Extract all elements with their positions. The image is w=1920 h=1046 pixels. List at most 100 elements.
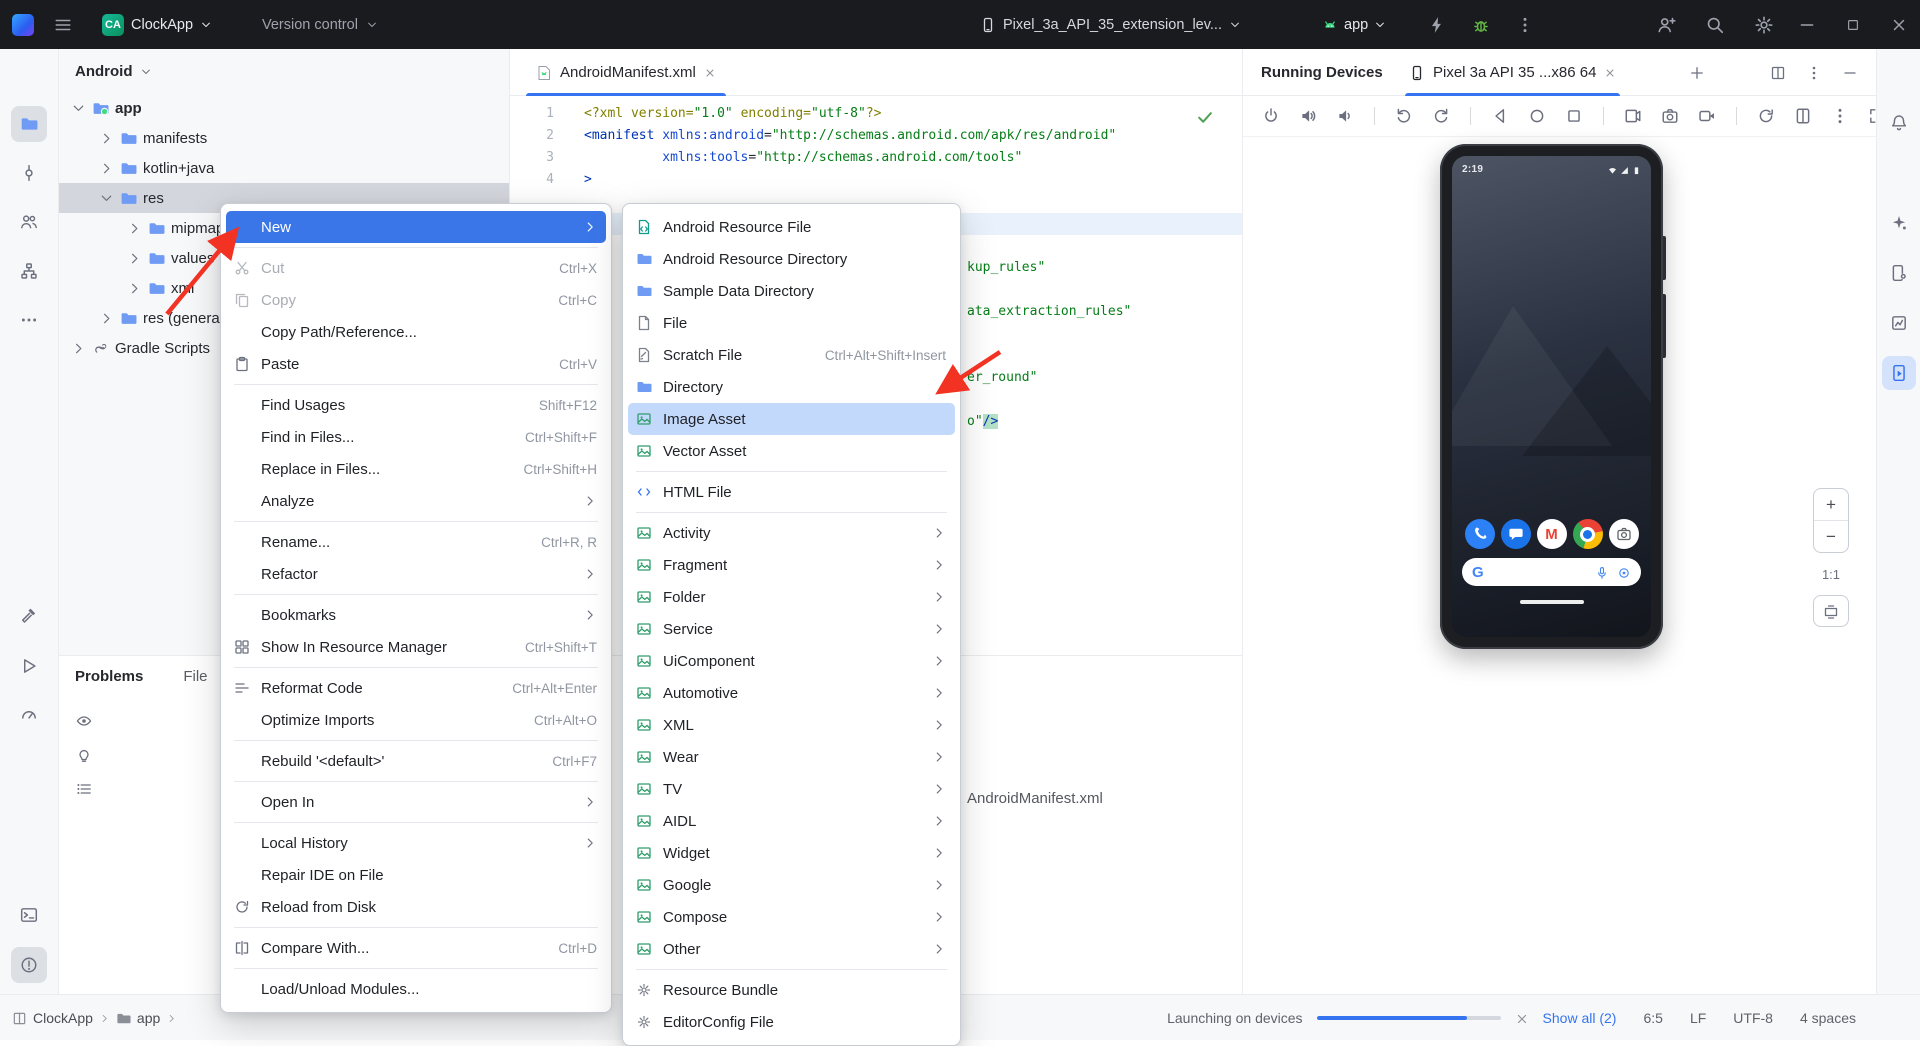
menu-item-vector-asset[interactable]: Vector Asset	[628, 435, 955, 467]
menu-item-android-resource-directory[interactable]: Android Resource Directory	[628, 243, 955, 275]
maximize-window-button[interactable]	[1846, 17, 1860, 33]
menu-item-fragment[interactable]: Fragment	[628, 549, 955, 581]
menu-item-copy-path-reference[interactable]: Copy Path/Reference...	[226, 316, 606, 348]
rot-l-button[interactable]	[1392, 104, 1416, 128]
menu-item-cut[interactable]: Cut Ctrl+X	[226, 252, 606, 284]
menu-item-new[interactable]: New	[226, 211, 606, 243]
build-button[interactable]	[11, 597, 47, 633]
more-tool-windows-button[interactable]	[11, 302, 47, 338]
menu-item-file[interactable]: File	[628, 307, 955, 339]
camera-button[interactable]	[1658, 104, 1682, 128]
ai-assistant-button[interactable]	[1882, 206, 1916, 240]
menu-item-find-in-files[interactable]: Find in Files... Ctrl+Shift+F	[226, 421, 606, 453]
messages-app-icon[interactable]	[1500, 519, 1531, 549]
hide-panel-button[interactable]	[1842, 63, 1858, 80]
menu-item-editorconfig-file[interactable]: EditorConfig File	[628, 1006, 955, 1038]
menu-item-automotive[interactable]: Automotive	[628, 677, 955, 709]
menu-item-scratch-file[interactable]: Scratch File Ctrl+Alt+Shift+Insert	[628, 339, 955, 371]
group-by-button[interactable]	[76, 780, 92, 797]
menu-item-google[interactable]: Google	[628, 869, 955, 901]
zoom-ratio-label[interactable]: 1:1	[1813, 559, 1849, 589]
menu-item-activity[interactable]: Activity	[628, 517, 955, 549]
menu-item-service[interactable]: Service	[628, 613, 955, 645]
close-window-button[interactable]	[1890, 16, 1908, 34]
inspections-ok-icon[interactable]	[1196, 108, 1214, 126]
quick-fix-button[interactable]	[76, 746, 92, 763]
menu-item-refactor[interactable]: Refactor	[226, 558, 606, 590]
tree-item-manifests[interactable]: manifests	[59, 123, 509, 153]
more-run-actions-button[interactable]	[1516, 16, 1534, 34]
zoom-to-fit-button[interactable]	[1813, 595, 1849, 627]
breadcrumb-item-clockapp[interactable]: ClockApp	[12, 1010, 110, 1026]
menu-item-html-file[interactable]: HTML File	[628, 476, 955, 508]
menu-item-aidl[interactable]: AIDL	[628, 805, 955, 837]
nav-over-button[interactable]	[1562, 104, 1586, 128]
project-button[interactable]	[11, 106, 47, 142]
device-tab-pixel3a[interactable]: Pixel 3a API 35 ...x86 64	[1404, 49, 1621, 96]
menu-item-show-in-resource-manager[interactable]: Show In Resource Manager Ctrl+Shift+T	[226, 631, 606, 663]
menu-item-folder[interactable]: Folder	[628, 581, 955, 613]
run-button[interactable]	[11, 648, 47, 684]
menu-item-rebuild-default[interactable]: Rebuild '<default>' Ctrl+F7	[226, 745, 606, 777]
panel-options-button[interactable]	[1806, 63, 1822, 80]
menu-item-repair-ide-on-file[interactable]: Repair IDE on File	[226, 859, 606, 891]
code-with-me-button[interactable]	[1656, 15, 1676, 35]
indent-setting[interactable]: 4 spaces	[1800, 1010, 1856, 1026]
menu-item-reformat-code[interactable]: Reformat Code Ctrl+Alt+Enter	[226, 672, 606, 704]
phone-screen[interactable]: 2:19 M G	[1452, 156, 1651, 637]
profiler-button[interactable]	[11, 696, 47, 732]
menu-item-directory[interactable]: Directory	[628, 371, 955, 403]
phone-app-icon[interactable]	[1464, 519, 1495, 549]
vol-up-button[interactable]	[1296, 104, 1320, 128]
menu-item-xml[interactable]: XML	[628, 709, 955, 741]
file-encoding[interactable]: UTF-8	[1733, 1010, 1773, 1026]
menu-item-copy[interactable]: Copy Ctrl+C	[226, 284, 606, 316]
menu-item-sample-data-directory[interactable]: Sample Data Directory	[628, 275, 955, 307]
menu-item-analyze[interactable]: Analyze	[226, 485, 606, 517]
fold-button[interactable]	[1791, 104, 1815, 128]
commit-button[interactable]	[11, 155, 47, 191]
menu-item-reload-from-disk[interactable]: Reload from Disk	[226, 891, 606, 923]
main-menu-button[interactable]	[54, 0, 72, 49]
nav-back-button[interactable]	[1488, 104, 1512, 128]
close-device-tab-button[interactable]	[1604, 64, 1616, 81]
problems-tab-file[interactable]: File	[183, 668, 207, 685]
breadcrumb-item-app[interactable]: app	[116, 1010, 177, 1026]
device-manager-button[interactable]	[1882, 256, 1916, 290]
menu-item-other[interactable]: Other	[628, 933, 955, 965]
rot-r-button[interactable]	[1429, 104, 1453, 128]
structure-button[interactable]	[11, 253, 47, 289]
split-view-button[interactable]	[1770, 63, 1786, 80]
kebab-button[interactable]	[1828, 104, 1852, 128]
cancel-progress-button[interactable]	[1515, 1010, 1529, 1026]
snapshot-button[interactable]	[1621, 104, 1645, 128]
menu-item-android-resource-file[interactable]: Android Resource File	[628, 211, 955, 243]
editor-tab-androidmanifest[interactable]: AndroidManifest.xml	[524, 49, 728, 96]
running-devices-button[interactable]	[1881, 356, 1916, 390]
vol-down-button[interactable]	[1333, 104, 1357, 128]
minimize-window-button[interactable]	[1798, 16, 1816, 34]
settings-button[interactable]	[1754, 15, 1774, 35]
menu-item-open-in[interactable]: Open In	[226, 786, 606, 818]
menu-item-paste[interactable]: Paste Ctrl+V	[226, 348, 606, 380]
chrome-app-icon[interactable]	[1572, 519, 1603, 549]
close-tab-button[interactable]	[704, 64, 716, 81]
problems-button[interactable]	[11, 947, 47, 983]
profile-app-button[interactable]	[1428, 16, 1446, 34]
menu-item-wear[interactable]: Wear	[628, 741, 955, 773]
tree-item-app[interactable]: app	[59, 93, 509, 123]
menu-item-find-usages[interactable]: Find Usages Shift+F12	[226, 389, 606, 421]
search-everywhere-button[interactable]	[1705, 15, 1725, 35]
problems-panel-title[interactable]: Problems	[75, 668, 143, 685]
tree-item-kotlin-java[interactable]: kotlin+java	[59, 153, 509, 183]
zoom-out-button[interactable]: −	[1814, 521, 1848, 552]
nav-home-button[interactable]	[1525, 104, 1549, 128]
home-indicator[interactable]	[1519, 600, 1584, 604]
menu-item-rename[interactable]: Rename... Ctrl+R, R	[226, 526, 606, 558]
line-separator[interactable]: LF	[1690, 1010, 1706, 1026]
menu-item-optimize-imports[interactable]: Optimize Imports Ctrl+Alt+O	[226, 704, 606, 736]
menu-item-uicomponent[interactable]: UiComponent	[628, 645, 955, 677]
device-selector[interactable]: Pixel_3a_API_35_extension_lev...	[980, 0, 1241, 49]
record-button[interactable]	[1695, 104, 1719, 128]
notifications-button[interactable]	[1882, 106, 1916, 140]
